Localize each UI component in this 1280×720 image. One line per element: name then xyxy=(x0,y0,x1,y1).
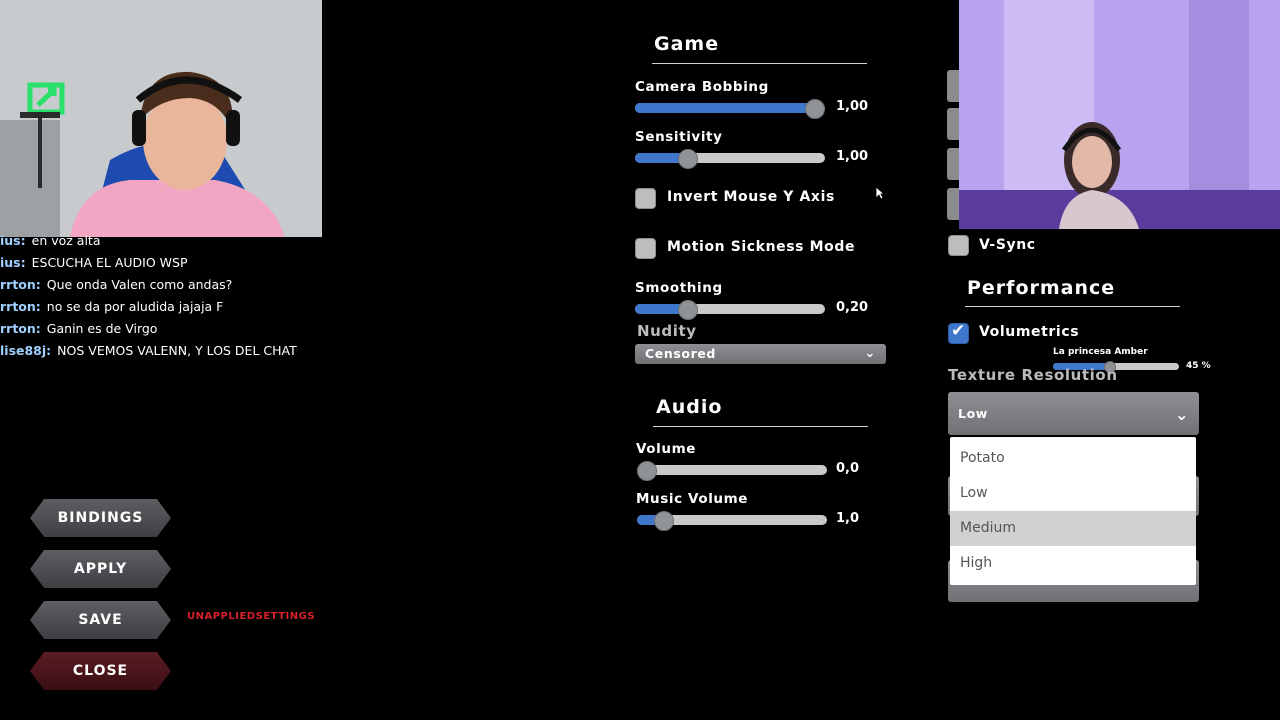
chat-message: rrton: Ganin es de Virgo xyxy=(0,321,157,336)
side-tab[interactable] xyxy=(947,148,959,180)
volume-value: 0,0 xyxy=(836,461,860,476)
chat-text: no se da por aludida jajaja F xyxy=(46,299,224,314)
chat-username: rrton: xyxy=(0,321,41,336)
slider-handle[interactable] xyxy=(677,300,698,320)
dropdown-option-medium[interactable]: Medium xyxy=(950,511,1196,546)
chat-text: Ganin es de Virgo xyxy=(46,321,158,336)
game-section-title: Game xyxy=(654,33,720,55)
camera-bobbing-label: Camera Bobbing xyxy=(635,79,769,95)
audio-section-divider xyxy=(653,426,868,427)
chat-username: ius: xyxy=(0,233,26,248)
smoothing-value: 0,20 xyxy=(836,300,869,315)
volumetrics-label: Volumetrics xyxy=(979,324,1080,340)
texture-resolution-options: Potato Low Medium High xyxy=(950,437,1196,585)
save-button[interactable]: SAVE xyxy=(30,601,171,639)
game-section-divider xyxy=(652,63,867,64)
webcam-image-right xyxy=(959,0,1280,229)
dropdown-option-high[interactable]: High xyxy=(950,546,1196,581)
slider-handle[interactable] xyxy=(677,149,698,169)
sensitivity-label: Sensitivity xyxy=(635,129,723,145)
slider-handle[interactable] xyxy=(805,99,825,119)
texture-resolution-label: Texture Resolution xyxy=(948,366,1118,384)
chat-message: ius: en voz alta xyxy=(0,233,101,248)
webcam-image-left xyxy=(0,0,322,237)
music-volume-label: Music Volume xyxy=(636,491,749,507)
mouse-cursor-icon xyxy=(875,186,885,200)
slider-fill xyxy=(635,103,815,113)
smoothing-slider[interactable] xyxy=(635,300,825,320)
slider-handle[interactable] xyxy=(637,461,657,481)
apply-button[interactable]: APPLY xyxy=(30,550,171,588)
chevron-down-icon: ⌄ xyxy=(1174,405,1189,424)
invert-mouse-checkbox[interactable] xyxy=(635,188,656,209)
music-volume-value: 1,0 xyxy=(836,511,860,526)
sensitivity-value: 1,00 xyxy=(836,149,869,164)
chat-text: Que onda Valen como andas? xyxy=(46,277,233,292)
volumetrics-checkbox[interactable] xyxy=(948,321,969,344)
nudity-label: Nudity xyxy=(637,322,697,340)
side-tab[interactable] xyxy=(947,108,959,140)
chat-username: rrton: xyxy=(0,277,41,292)
unapplied-settings-warning: UNAPPLIEDSETTINGS xyxy=(187,611,316,622)
chat-username: ius: xyxy=(0,255,26,270)
chat-message: lise88j: NOS VEMOS VALENN, Y LOS DEL CHAT xyxy=(0,343,297,358)
chat-text: NOS VEMOS VALENN, Y LOS DEL CHAT xyxy=(57,343,297,358)
chat-message: ius: ESCUCHA EL AUDIO WSP xyxy=(0,255,187,270)
chat-message: rrton: Que onda Valen como andas? xyxy=(0,277,232,292)
chat-username: lise88j: xyxy=(0,343,52,358)
vsync-checkbox[interactable] xyxy=(948,235,969,256)
bindings-button[interactable]: BINDINGS xyxy=(30,499,171,537)
side-tab[interactable] xyxy=(947,70,959,102)
dropdown-option-potato[interactable]: Potato xyxy=(950,441,1196,476)
invert-mouse-label: Invert Mouse Y Axis xyxy=(667,189,835,205)
nudity-selected-value: Censored xyxy=(645,346,716,361)
slider-handle[interactable] xyxy=(654,511,674,531)
texture-resolution-selected: Low xyxy=(958,406,988,421)
nudity-dropdown[interactable]: Censored ⌄ xyxy=(635,344,886,364)
volume-label: Volume xyxy=(636,441,697,457)
music-volume-slider[interactable] xyxy=(637,511,827,531)
chat-text: en voz alta xyxy=(31,233,101,248)
camera-bobbing-slider[interactable] xyxy=(635,99,825,119)
vsync-label: V-Sync xyxy=(979,237,1036,253)
chat-text: ESCUCHA EL AUDIO WSP xyxy=(31,255,188,270)
chat-username: rrton: xyxy=(0,299,41,314)
performance-section-divider xyxy=(965,306,1180,307)
dropdown-option-low[interactable]: Low xyxy=(950,476,1196,511)
volume-slider[interactable] xyxy=(637,461,827,481)
streamer-webcam-left xyxy=(0,0,322,237)
streamer-webcam-right xyxy=(959,0,1280,229)
texture-resolution-dropdown[interactable]: Low ⌄ xyxy=(948,392,1199,435)
chevron-down-icon: ⌄ xyxy=(864,346,876,361)
performance-section-title: Performance xyxy=(967,277,1116,299)
stream-goal-label: La princesa Amber xyxy=(1053,347,1148,357)
camera-bobbing-value: 1,00 xyxy=(836,99,869,114)
motion-sickness-label: Motion Sickness Mode xyxy=(667,239,856,255)
smoothing-label: Smoothing xyxy=(635,280,723,296)
sensitivity-slider[interactable] xyxy=(635,149,825,169)
close-button[interactable]: CLOSE xyxy=(30,652,171,690)
stream-goal-percent: 45 % xyxy=(1186,361,1211,371)
side-tab[interactable] xyxy=(947,188,959,220)
audio-section-title: Audio xyxy=(656,396,723,418)
motion-sickness-checkbox[interactable] xyxy=(635,238,656,259)
chat-message: rrton: no se da por aludida jajaja F xyxy=(0,299,223,314)
